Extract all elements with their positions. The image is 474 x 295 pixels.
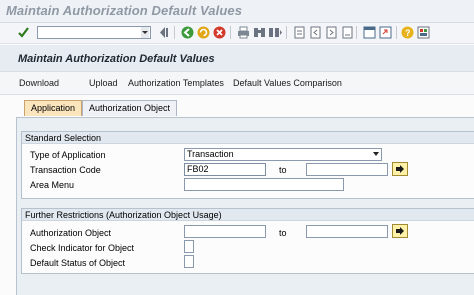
create-session-icon[interactable] bbox=[362, 25, 377, 40]
page-title: Maintain Authorization Default Values bbox=[18, 53, 215, 65]
find-icon[interactable] bbox=[252, 25, 267, 40]
back-icon[interactable] bbox=[180, 25, 195, 40]
shortcut-icon[interactable] bbox=[378, 25, 393, 40]
cancel-icon[interactable] bbox=[212, 25, 227, 40]
title-bar: Maintain Authorization Default Values bbox=[0, 0, 474, 23]
screen-title-bar: Maintain Authorization Default Values bbox=[0, 45, 474, 72]
application-toolbar: Download Upload Authorization Templates … bbox=[0, 72, 474, 95]
group-header: Standard Selection bbox=[22, 132, 474, 144]
area-menu-label: Area Menu bbox=[30, 180, 75, 190]
authorization-object-label: Authorization Object bbox=[30, 228, 112, 238]
type-of-application-select[interactable]: Transaction bbox=[184, 148, 382, 161]
exit-icon[interactable] bbox=[196, 25, 211, 40]
group-header: Further Restrictions (Authorization Obje… bbox=[22, 209, 474, 221]
chevron-down-icon bbox=[373, 152, 379, 156]
authorization-templates-button[interactable]: Authorization Templates bbox=[128, 78, 224, 88]
window-title: Maintain Authorization Default Values bbox=[6, 3, 243, 18]
find-next-icon[interactable] bbox=[268, 25, 283, 40]
check-indicator-input[interactable] bbox=[184, 240, 194, 253]
default-status-input[interactable] bbox=[184, 255, 194, 268]
standard-selection-group: Standard Selection Type of Application T… bbox=[21, 131, 474, 199]
authorization-object-from-input[interactable] bbox=[184, 225, 266, 238]
transaction-code-from-input[interactable]: FB02 bbox=[184, 163, 266, 176]
previous-page-icon[interactable] bbox=[308, 25, 323, 40]
transaction-code-to-input[interactable] bbox=[306, 163, 388, 176]
default-values-comparison-button[interactable]: Default Values Comparison bbox=[233, 78, 342, 88]
standard-toolbar: ? bbox=[0, 23, 474, 44]
command-field-dropdown[interactable] bbox=[141, 27, 149, 38]
first-page-icon[interactable] bbox=[292, 25, 307, 40]
command-field[interactable] bbox=[37, 26, 151, 39]
svg-text:?: ? bbox=[405, 28, 411, 38]
transaction-code-label: Transaction Code bbox=[30, 165, 101, 175]
group-title: Standard Selection bbox=[25, 133, 102, 143]
next-page-icon[interactable] bbox=[324, 25, 339, 40]
arrow-right-icon bbox=[396, 165, 404, 173]
chevron-down-icon bbox=[142, 31, 148, 34]
upload-button[interactable]: Upload bbox=[89, 78, 118, 88]
enter-icon[interactable] bbox=[16, 25, 31, 40]
further-restrictions-group: Further Restrictions (Authorization Obje… bbox=[21, 208, 474, 274]
arrow-right-icon bbox=[396, 227, 404, 235]
layout-icon[interactable] bbox=[416, 25, 431, 40]
tab-application[interactable]: Application bbox=[24, 100, 83, 116]
authorization-object-to-label: to bbox=[279, 228, 287, 238]
tab-authorization-object[interactable]: Authorization Object bbox=[82, 100, 178, 116]
help-icon[interactable]: ? bbox=[400, 25, 415, 40]
group-title: Further Restrictions (Authorization Obje… bbox=[25, 210, 222, 220]
authorization-object-to-input[interactable] bbox=[306, 225, 388, 238]
area-menu-input[interactable] bbox=[184, 178, 344, 191]
save-icon[interactable] bbox=[156, 25, 171, 40]
default-status-label: Default Status of Object bbox=[30, 258, 126, 268]
tabstrip: Application Authorization Object bbox=[0, 100, 474, 118]
last-page-icon[interactable] bbox=[340, 25, 355, 40]
check-indicator-label: Check Indicator for Object bbox=[30, 243, 135, 253]
transaction-code-to-label: to bbox=[279, 165, 287, 175]
multiple-selection-button[interactable] bbox=[392, 224, 408, 238]
download-button[interactable]: Download bbox=[19, 78, 59, 88]
type-of-application-label: Type of Application bbox=[30, 150, 106, 160]
print-icon[interactable] bbox=[236, 25, 251, 40]
type-of-application-value: Transaction bbox=[187, 149, 234, 159]
multiple-selection-button[interactable] bbox=[392, 162, 408, 176]
